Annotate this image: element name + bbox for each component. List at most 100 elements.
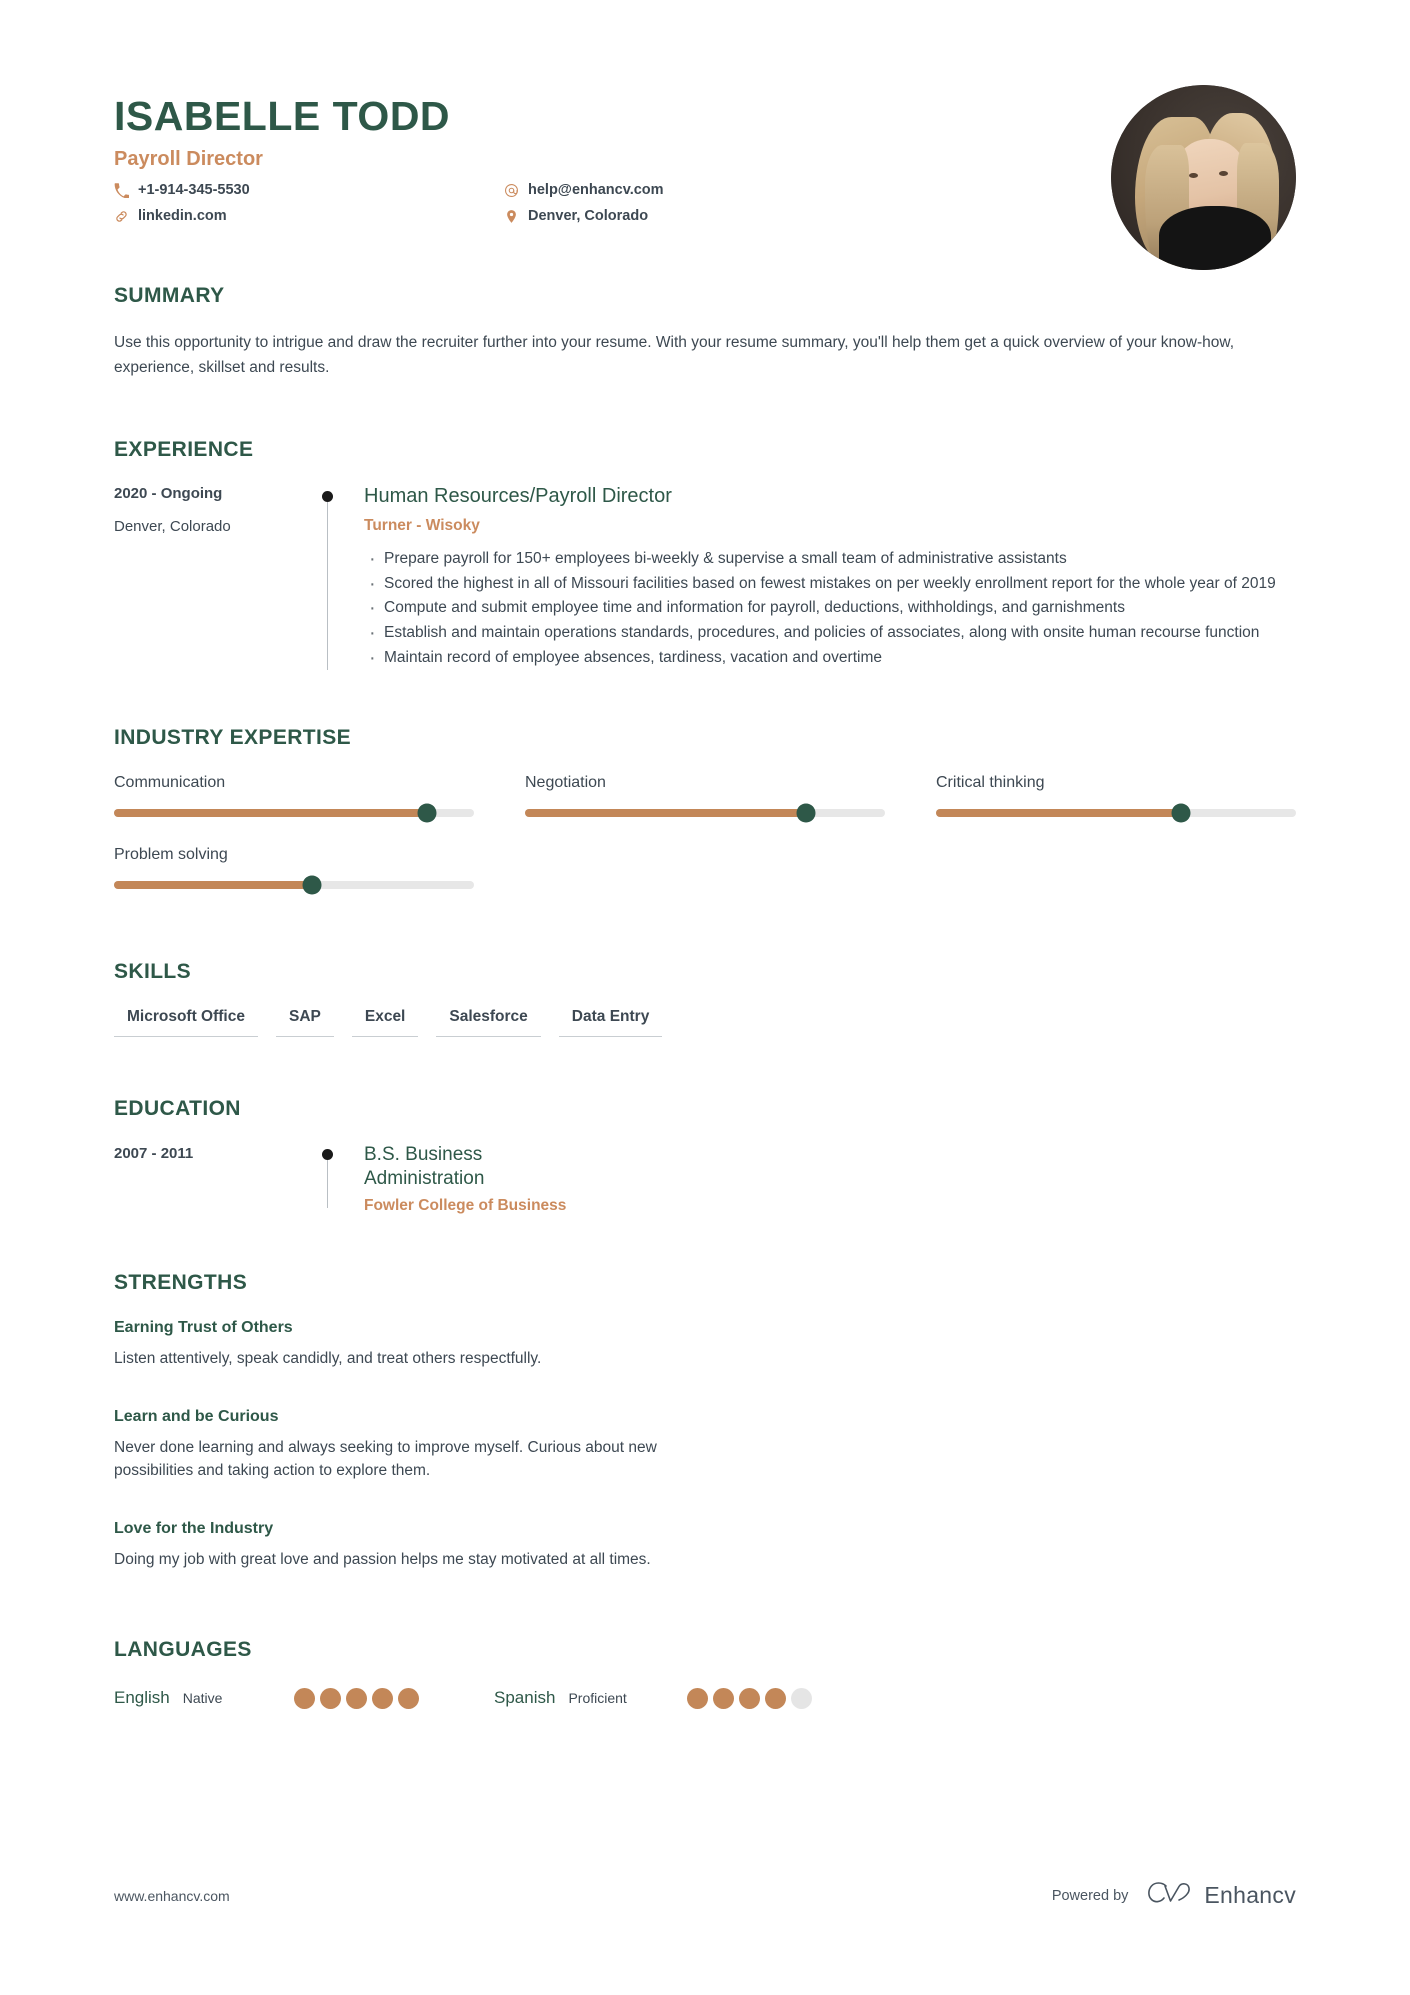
education-entry: 2007 - 2011 B.S. Business Administration… — [114, 1143, 1296, 1215]
industry-expertise-heading: INDUSTRY EXPERTISE — [114, 726, 352, 750]
rating-dot-filled — [712, 1687, 734, 1709]
rating-dot-filled — [294, 1687, 316, 1709]
experience-timeline — [314, 484, 364, 671]
rating-dot-filled — [738, 1687, 760, 1709]
strengths-grid: Earning Trust of Others Listen attentive… — [114, 1319, 1296, 1610]
rating-dot-filled — [686, 1687, 708, 1709]
experience-bullet: Prepare payroll for 150+ employees bi-we… — [364, 544, 1296, 574]
skills-list: Microsoft Office SAP Excel Salesforce Da… — [114, 1008, 1296, 1038]
link-icon — [114, 209, 129, 224]
experience-heading: EXPERIENCE — [114, 438, 254, 462]
rating-dot-filled — [346, 1687, 368, 1709]
expertise-label: Critical thinking — [936, 774, 1045, 792]
enhancv-brand-name: Enhancv — [1204, 1882, 1296, 1908]
summary-text: Use this opportunity to intrigue and dra… — [114, 334, 1235, 377]
location-pin-icon — [504, 209, 519, 224]
expertise-slider-knob[interactable] — [1171, 803, 1191, 823]
rating-dot-filled — [320, 1687, 342, 1709]
expertise-slider-grid: Communication Negotiation Critical think… — [114, 774, 1296, 918]
contact-linkedin-value: linkedin.com — [138, 207, 227, 224]
expertise-label: Negotiation — [525, 774, 606, 792]
strength-description: Listen attentively, speak candidly, and … — [114, 1349, 542, 1367]
education-meta: 2007 - 2011 — [114, 1143, 314, 1215]
strength-description: Doing my job with great love and passion… — [114, 1551, 651, 1569]
experience-details: Human Resources/Payroll Director Turner … — [364, 484, 1296, 673]
timeline-dot-icon — [322, 1149, 333, 1161]
powered-by-label: Powered by — [1051, 1887, 1129, 1904]
languages-list: English Native Spanish Proficient — [114, 1687, 1296, 1709]
contact-phone[interactable]: +1-914-345-5530 — [114, 181, 504, 201]
education-heading: EDUCATION — [114, 1097, 241, 1121]
expertise-slider[interactable] — [114, 875, 474, 895]
education-degree: B.S. Business Administration — [364, 1144, 485, 1189]
expertise-label: Problem solving — [114, 846, 228, 864]
rating-dot-empty — [790, 1687, 812, 1709]
expertise-slider-knob[interactable] — [302, 875, 322, 895]
footer-branding: Powered by Enhancv — [1052, 1880, 1296, 1911]
language-rating-dots — [686, 1687, 812, 1709]
language-name: English — [114, 1688, 170, 1708]
experience-location: Denver, Colorado — [114, 518, 231, 536]
expertise-slider[interactable] — [114, 803, 474, 823]
strength-item: Earning Trust of Others Listen attentive… — [114, 1319, 721, 1370]
skill-chip: Data Entry — [558, 1008, 663, 1038]
strengths-section: STRENGTHS Earning Trust of Others Listen… — [114, 1271, 1296, 1610]
language-level: Native — [182, 1690, 223, 1707]
footer-website-url[interactable]: www.enhancv.com — [114, 1888, 230, 1904]
strength-title: Learn and be Curious — [114, 1407, 279, 1425]
expertise-slider-knob[interactable] — [796, 803, 816, 823]
expertise-slider[interactable] — [936, 803, 1296, 823]
strength-title: Love for the Industry — [114, 1520, 274, 1538]
experience-bullet: Establish and maintain operations standa… — [364, 618, 1296, 648]
contact-email-value: help@enhancv.com — [528, 182, 664, 199]
avatar-turtleneck — [1159, 206, 1271, 270]
contact-linkedin[interactable]: linkedin.com — [114, 207, 504, 227]
industry-expertise-section: INDUSTRY EXPERTISE Communication Negotia… — [114, 726, 1296, 918]
experience-entry: 2020 - Ongoing Denver, Colorado Human Re… — [114, 484, 1296, 673]
experience-bullet: Compute and submit employee time and inf… — [364, 594, 1296, 624]
summary-section: SUMMARY Use this opportunity to intrigue… — [114, 284, 1296, 380]
strength-item: Learn and be Curious Never done learning… — [114, 1408, 721, 1483]
strength-description: Never done learning and always seeking t… — [114, 1438, 657, 1480]
timeline-line — [327, 502, 328, 671]
expertise-slider-fill — [936, 809, 1181, 818]
expertise-label: Communication — [114, 774, 226, 792]
contact-column-right: help@enhancv.com Denver, Colorado — [504, 181, 664, 226]
experience-meta: 2020 - Ongoing Denver, Colorado — [114, 484, 314, 670]
languages-section: LANGUAGES English Native Spanish Profici… — [114, 1638, 1296, 1709]
resume-page: ISABELLE TODD Payroll Director +1-914-34… — [0, 0, 1410, 1995]
education-section: EDUCATION 2007 - 2011 B.S. Business Admi… — [114, 1097, 1296, 1215]
strength-item: Love for the Industry Doing my job with … — [114, 1520, 721, 1571]
contact-phone-value: +1-914-345-5530 — [138, 182, 250, 199]
education-date: 2007 - 2011 — [114, 1145, 194, 1163]
expertise-slider-fill — [525, 809, 806, 818]
education-details: B.S. Business Administration Fowler Coll… — [364, 1143, 1296, 1215]
skills-section: SKILLS Microsoft Office SAP Excel Salesf… — [114, 960, 1296, 1038]
footer: www.enhancv.com Powered by Enhancv — [114, 1880, 1296, 1911]
timeline-line — [327, 1160, 328, 1209]
strength-title: Earning Trust of Others — [114, 1318, 293, 1336]
timeline-dot-icon — [322, 491, 333, 503]
enhancv-brand: Enhancv — [1146, 1880, 1296, 1911]
expertise-item: Problem solving — [114, 846, 474, 895]
rating-dot-filled — [764, 1687, 786, 1709]
strengths-heading: STRENGTHS — [114, 1270, 248, 1294]
avatar-eye-left — [1189, 173, 1198, 178]
expertise-slider[interactable] — [525, 803, 885, 823]
experience-date: 2020 - Ongoing — [114, 485, 223, 503]
contact-location: Denver, Colorado — [504, 207, 664, 227]
avatar — [1111, 85, 1296, 270]
email-icon — [504, 183, 519, 198]
language-item: English Native — [114, 1687, 494, 1709]
avatar-eye-right — [1219, 171, 1228, 176]
expertise-slider-knob[interactable] — [417, 803, 437, 823]
summary-heading: SUMMARY — [114, 284, 225, 308]
contact-email[interactable]: help@enhancv.com — [504, 181, 664, 201]
language-rating-dots — [294, 1687, 420, 1709]
expertise-slider-fill — [114, 881, 312, 890]
resume-header: ISABELLE TODD Payroll Director +1-914-34… — [114, 0, 1296, 270]
experience-bullet: Maintain record of employee absences, ta… — [364, 643, 1296, 673]
expertise-slider-fill — [114, 809, 428, 818]
contact-column-left: +1-914-345-5530 linkedin.com — [114, 181, 504, 226]
rating-dot-filled — [398, 1687, 420, 1709]
